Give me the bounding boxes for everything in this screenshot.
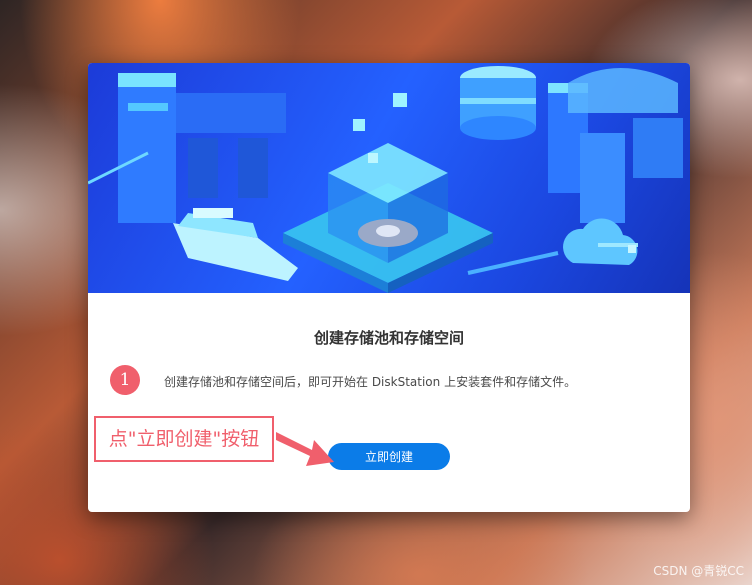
instruction-callout: 点"立即创建"按钮 [94, 416, 274, 462]
hero-illustration [88, 63, 690, 293]
dialog-description: 创建存储池和存储空间后，即可开始在 DiskStation 上安装套件和存储文件… [164, 375, 577, 389]
pointer-arrow-icon [276, 432, 334, 466]
source-watermark: CSDN @青锐CC [653, 564, 744, 578]
create-now-button[interactable]: 立即创建 [328, 443, 450, 470]
step-number-badge: 1 [110, 365, 140, 395]
dialog-title: 创建存储池和存储空间 [313, 329, 464, 347]
